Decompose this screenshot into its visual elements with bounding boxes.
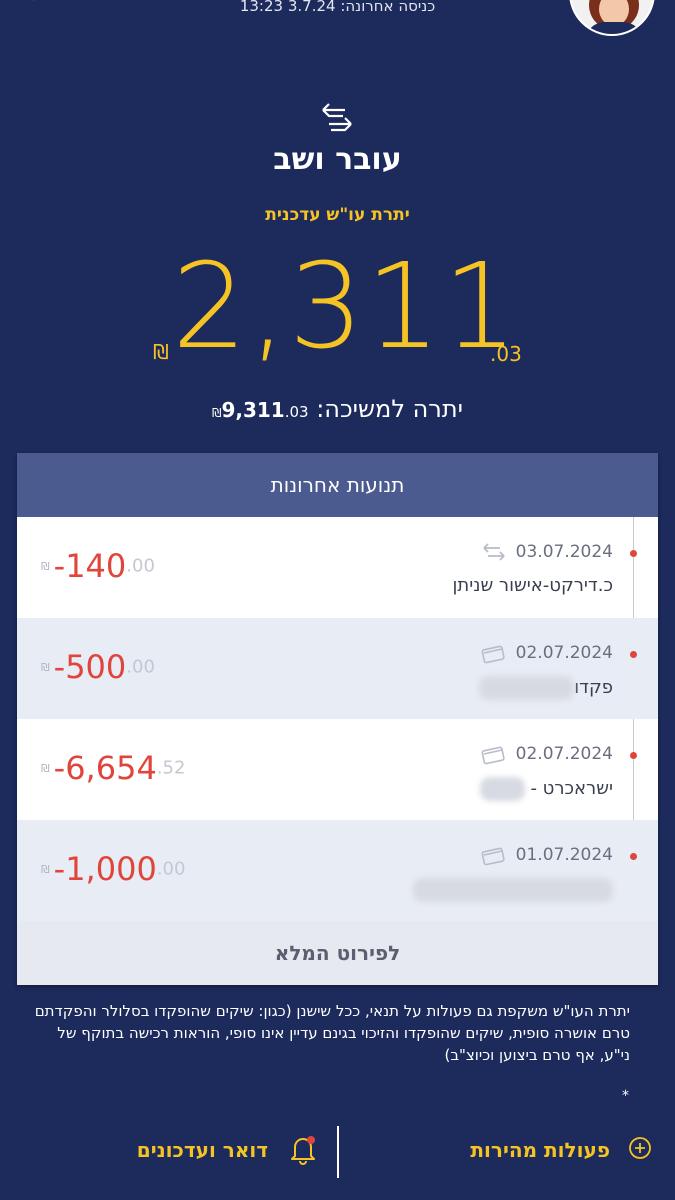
withdraw-decimal: .03	[284, 403, 309, 421]
transaction-description: ישראכרט -	[479, 777, 613, 801]
amount-decimal: .52	[156, 757, 186, 779]
transaction-row[interactable]: 01.07.2024 ₪ -1,000.00	[17, 820, 658, 921]
amount-currency: ₪	[41, 862, 50, 876]
transaction-date: 01.07.2024	[515, 845, 613, 865]
recent-transactions-card: תנועות אחרונות 03.07.2024 כ.דירקט-אישור …	[17, 453, 658, 985]
top-bar: כניסה אחרונה: 3.7.24 13:23	[0, 0, 675, 40]
recent-transactions-header: תנועות אחרונות	[17, 453, 658, 517]
transactions-list: 03.07.2024 כ.דירקט-אישור שניתן ₪ -140.00 …	[17, 517, 658, 921]
amount-currency: ₪	[41, 660, 50, 674]
amount-integer: -6,654	[53, 749, 157, 787]
transfer-icon	[483, 543, 505, 561]
timeline-dot	[630, 651, 637, 658]
balance-disclaimer: יתרת העו"ש משקפת גם פעולות על תנאי, ככל …	[34, 1002, 630, 1064]
balance-currency: ₪	[153, 340, 169, 364]
amount-decimal: .00	[126, 656, 155, 678]
transaction-amount: ₪ -140.00	[41, 547, 155, 585]
amount-currency: ₪	[41, 559, 50, 573]
withdraw-label: יתרה למשיכה:	[316, 395, 463, 423]
card-icon	[481, 746, 505, 765]
avatar[interactable]	[569, 0, 655, 36]
transaction-amount: ₪ -1,000.00	[41, 850, 185, 888]
redacted-text	[413, 878, 613, 902]
quick-actions-button[interactable]: פעולות מהירות	[450, 1130, 660, 1170]
redacted-text	[479, 676, 575, 700]
amount-integer: -140	[53, 547, 127, 585]
timeline-dot	[630, 752, 637, 759]
transfer-arrows-icon	[322, 103, 352, 132]
transaction-date: 02.07.2024	[515, 643, 613, 663]
balance-decimal: .03	[490, 342, 522, 366]
quick-actions-label: פעולות מהירות	[470, 1138, 610, 1162]
transaction-row[interactable]: 02.07.2024 פקדו ₪ -500.00	[17, 618, 658, 719]
amount-decimal: .00	[126, 555, 155, 577]
account-title: עובר ושב	[273, 142, 402, 177]
transaction-row[interactable]: 03.07.2024 כ.דירקט-אישור שניתן ₪ -140.00	[17, 517, 658, 618]
transaction-amount: ₪ -6,654.52	[41, 749, 185, 787]
current-balance: ₪ 2,311 .03	[0, 247, 675, 375]
mail-updates-button[interactable]: דואר ועדכונים	[120, 1130, 320, 1170]
balance-label: יתרת עו"ש עדכנית	[265, 205, 410, 225]
amount-integer: -500	[53, 648, 127, 686]
full-details-button[interactable]: לפירוט המלא	[17, 921, 658, 985]
withdraw-amount: 9,311	[221, 398, 285, 422]
transaction-description	[413, 878, 613, 902]
amount-decimal: .00	[156, 858, 186, 880]
transaction-description: כ.דירקט-אישור שניתן	[452, 575, 613, 596]
plus-circle-icon	[629, 1137, 651, 1159]
timeline-dot	[630, 853, 637, 860]
available-to-withdraw: יתרה למשיכה: ₪9,311.03	[0, 395, 675, 423]
timeline-dot	[630, 550, 637, 557]
amount-currency: ₪	[41, 761, 50, 775]
card-icon	[481, 645, 505, 664]
nav-divider	[337, 1126, 339, 1178]
footnote-asterisk: *	[622, 1088, 629, 1104]
balance-integer: 2,311	[172, 237, 520, 375]
transaction-amount: ₪ -500.00	[41, 648, 155, 686]
mail-updates-label: דואר ועדכונים	[136, 1138, 268, 1162]
redacted-text	[479, 777, 525, 801]
card-icon	[481, 847, 505, 866]
transaction-date: 03.07.2024	[515, 542, 613, 562]
bell-icon	[291, 1136, 315, 1165]
bottom-nav: דואר ועדכונים פעולות מהירות	[0, 1120, 675, 1180]
transaction-date: 02.07.2024	[515, 744, 613, 764]
transaction-row[interactable]: 02.07.2024 ישראכרט - ₪ -6,654.52	[17, 719, 658, 820]
amount-integer: -1,000	[53, 850, 157, 888]
transaction-description: פקדו	[479, 676, 613, 700]
